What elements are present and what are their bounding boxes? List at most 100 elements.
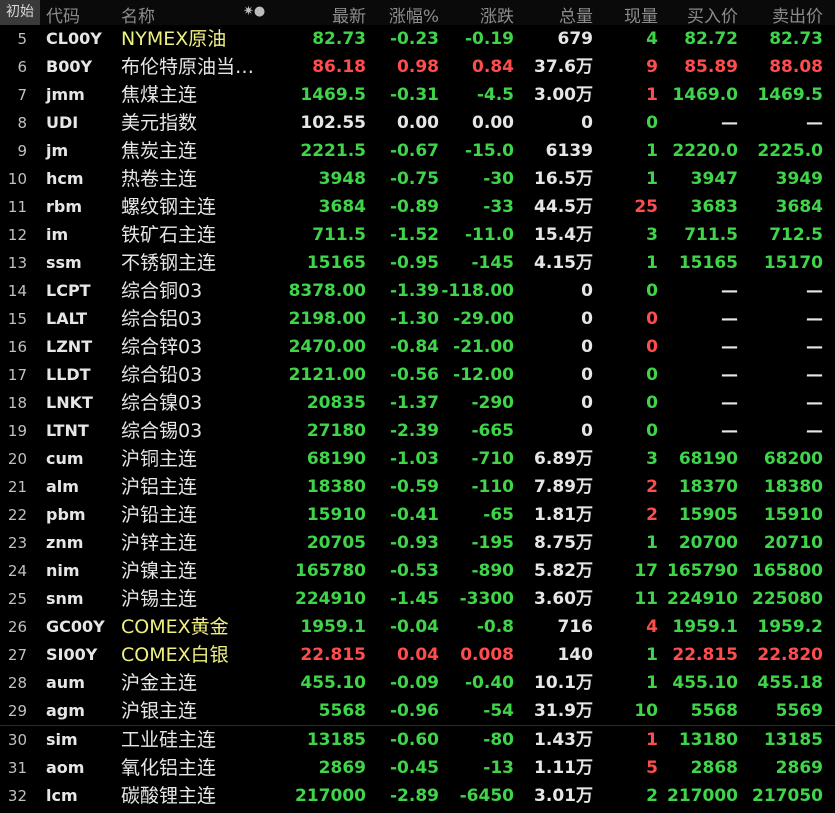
table-row[interactable]: 18 LNKT 综合镍03 20835 -1.37 -290 0 0 — — xyxy=(0,389,835,417)
table-row[interactable]: 15 LALT 综合铝03 2198.00 -1.30 -29.00 0 0 — — xyxy=(0,305,835,333)
cell-name: NYMEX原油 xyxy=(121,28,227,50)
cell-name: COMEX黄金 xyxy=(121,616,229,638)
cell-code: LTNT xyxy=(46,421,89,440)
table-row[interactable]: 23 znm 沪锌主连 20705 -0.93 -195 8.75万 1 20700 20710 xyxy=(0,529,835,557)
table-row[interactable]: 19 LTNT 综合锡03 27180 -2.39 -665 0 0 — — xyxy=(0,417,835,445)
cell-ask: 3684 xyxy=(775,197,823,217)
cell-last: 15910 xyxy=(306,505,366,525)
table-row[interactable]: 29 agm 沪银主连 5568 -0.96 -54 31.9万 10 5568 5569 xyxy=(0,697,835,725)
cell-idx: 31 xyxy=(7,759,27,777)
cell-ask: 2225.0 xyxy=(757,141,823,161)
cell-name: 沪锌主连 xyxy=(121,532,198,554)
cell-code: agm xyxy=(46,701,85,720)
cell-idx: 30 xyxy=(7,731,27,749)
cell-pct: 0.00 xyxy=(397,113,439,133)
table-row[interactable]: 25 snm 沪锡主连 224910 -1.45 -3300 3.60万 11 224910 22… xyxy=(0,585,835,613)
header-last[interactable]: 最新 xyxy=(332,2,366,27)
table-row[interactable]: 27 SI00Y COMEX白银 22.815 0.04 0.008 140 1 22.815 2… xyxy=(0,641,835,669)
cell-bid: — xyxy=(721,281,738,301)
cell-idx: 29 xyxy=(7,702,27,720)
table-row[interactable]: 32 lcm 碳酸锂主连 217000 -2.89 -6450 3.01万 2 217000 21… xyxy=(0,782,835,810)
cell-bid: 1469.0 xyxy=(672,85,738,105)
table-row[interactable]: 8 UDI 美元指数 102.55 0.00 0.00 0 0 — — xyxy=(0,109,835,137)
header-ask[interactable]: 卖出价 xyxy=(772,2,823,27)
header-pct[interactable]: 涨幅% xyxy=(389,2,439,27)
settings-icon[interactable]: ✷● xyxy=(243,4,265,19)
table-row[interactable]: 26 GC00Y COMEX黄金 1959.1 -0.04 -0.8 716 4 1959.1 1… xyxy=(0,613,835,641)
header-volume[interactable]: 总量 xyxy=(559,2,593,27)
cell-bid: 20700 xyxy=(678,533,738,553)
header-current[interactable]: 现量 xyxy=(624,2,658,27)
table-row[interactable]: 6 B00Y 布伦特原油当… 86.18 0.98 0.84 37.6万 9 85.89 88.0… xyxy=(0,53,835,81)
header-name[interactable]: 名称 xyxy=(121,2,155,27)
cell-last: 15165 xyxy=(306,253,366,273)
cell-last: 3948 xyxy=(318,169,366,189)
cell-name: 氧化铝主连 xyxy=(121,757,217,779)
cell-ask: 1469.5 xyxy=(757,85,823,105)
cell-pct: -1.03 xyxy=(390,449,439,469)
cell-chg: -3300 xyxy=(459,589,514,609)
cell-cur: 4 xyxy=(646,617,658,637)
init-button[interactable]: 初始 xyxy=(0,0,40,25)
header-change[interactable]: 涨跌 xyxy=(480,2,514,27)
cell-last: 102.55 xyxy=(300,113,366,133)
cell-name: 布伦特原油当… xyxy=(121,56,255,78)
cell-vol: 3.01万 xyxy=(534,786,593,806)
table-row[interactable]: 9 jm 焦炭主连 2221.5 -0.67 -15.0 6139 1 2220.0 2225.0 xyxy=(0,137,835,165)
cell-pct: -0.23 xyxy=(390,29,439,49)
cell-name: 焦煤主连 xyxy=(121,84,198,106)
cell-ask: 1959.2 xyxy=(757,617,823,637)
table-row[interactable]: 11 rbm 螺纹钢主连 3684 -0.89 -33 44.5万 25 3683 3684 xyxy=(0,193,835,221)
cell-chg: -29.00 xyxy=(453,309,514,329)
cell-code: LLDT xyxy=(46,365,91,384)
table-row[interactable]: 16 LZNT 综合锌03 2470.00 -0.84 -21.00 0 0 — — xyxy=(0,333,835,361)
cell-cur: 1 xyxy=(646,730,658,750)
header-bid[interactable]: 买入价 xyxy=(687,2,738,27)
cell-bid: — xyxy=(721,365,738,385)
table-row[interactable]: 28 aum 沪金主连 455.10 -0.09 -0.40 10.1万 1 455.10 455… xyxy=(0,669,835,697)
cell-pct: -1.39 xyxy=(390,281,439,301)
table-row[interactable]: 30 sim 工业硅主连 13185 -0.60 -80 1.43万 1 13180 13185 xyxy=(0,725,835,754)
table-row[interactable]: 24 nim 沪镍主连 165780 -0.53 -890 5.82万 17 165790 165… xyxy=(0,557,835,585)
cell-cur: 0 xyxy=(646,337,658,357)
table-row[interactable]: 14 LCPT 综合铜03 8378.00 -1.39 -118.00 0 0 — — xyxy=(0,277,835,305)
cell-vol: 1.11万 xyxy=(534,758,593,778)
cell-bid: 82.72 xyxy=(684,29,738,49)
cell-ask: 68200 xyxy=(763,449,823,469)
cell-cur: 2 xyxy=(646,505,658,525)
cell-name: 不锈钢主连 xyxy=(121,252,217,274)
cell-last: 711.5 xyxy=(312,225,366,245)
cell-last: 82.73 xyxy=(312,29,366,49)
table-row[interactable]: 20 cum 沪铜主连 68190 -1.03 -710 6.89万 3 68190 68200 xyxy=(0,445,835,473)
cell-code: hcm xyxy=(46,169,84,188)
cell-vol: 8.75万 xyxy=(534,533,593,553)
cell-vol: 31.9万 xyxy=(534,701,593,721)
cell-name: 综合镍03 xyxy=(121,392,203,414)
table-row[interactable]: 5 CL00Y NYMEX原油 82.73 -0.23 -0.19 679 4 82.72 82.… xyxy=(0,25,835,53)
table-row[interactable]: 17 LLDT 综合铅03 2121.00 -0.56 -12.00 0 0 — — xyxy=(0,361,835,389)
cell-name: 综合铜03 xyxy=(121,280,203,302)
table-row[interactable]: 31 aom 氧化铝主连 2869 -0.45 -13 1.11万 5 2868 2869 xyxy=(0,754,835,782)
cell-last: 1469.5 xyxy=(300,85,366,105)
header-code[interactable]: 代码 xyxy=(46,2,80,27)
cell-code: rbm xyxy=(46,197,83,216)
cell-cur: 1 xyxy=(646,533,658,553)
cell-vol: 3.00万 xyxy=(534,85,593,105)
table-row[interactable]: 12 im 铁矿石主连 711.5 -1.52 -11.0 15.4万 3 711.5 712.5 xyxy=(0,221,835,249)
table-row[interactable]: 10 hcm 热卷主连 3948 -0.75 -30 16.5万 1 3947 3949 xyxy=(0,165,835,193)
table-row[interactable]: 22 pbm 沪铅主连 15910 -0.41 -65 1.81万 2 15905 15910 xyxy=(0,501,835,529)
table-row[interactable]: 13 ssm 不锈钢主连 15165 -0.95 -145 4.15万 1 15165 15170 xyxy=(0,249,835,277)
cell-code: lcm xyxy=(46,786,78,805)
table-row[interactable]: 7 jmm 焦煤主连 1469.5 -0.31 -4.5 3.00万 1 1469.0 1469.… xyxy=(0,81,835,109)
cell-pct: 0.98 xyxy=(397,57,439,77)
cell-cur: 1 xyxy=(646,253,658,273)
cell-vol: 0 xyxy=(581,421,593,441)
cell-last: 2470.00 xyxy=(288,337,366,357)
cell-name: 沪银主连 xyxy=(121,700,198,722)
cell-name: 沪铅主连 xyxy=(121,504,198,526)
cell-pct: -0.45 xyxy=(390,758,439,778)
cell-idx: 21 xyxy=(7,478,27,496)
table-row[interactable]: 21 alm 沪铝主连 18380 -0.59 -110 7.89万 2 18370 18380 xyxy=(0,473,835,501)
cell-chg: -195 xyxy=(471,533,514,553)
cell-chg: -33 xyxy=(483,197,514,217)
